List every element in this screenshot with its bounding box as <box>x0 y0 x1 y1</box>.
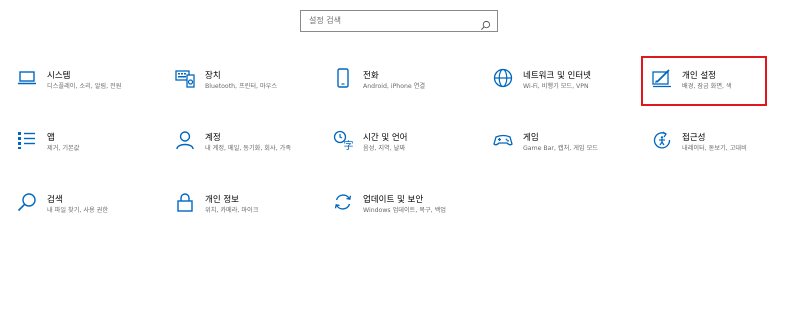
tile-apps[interactable]: 앱 제거, 기본값 <box>17 130 157 178</box>
tile-accounts[interactable]: 계정 내 계정, 메일, 동기화, 회사, 가족 <box>175 130 315 178</box>
highlight-box <box>641 56 767 106</box>
accessibility-icon <box>652 130 672 150</box>
settings-search-box[interactable]: 설정 검색 <box>300 10 498 32</box>
tile-title: 시간 및 언어 <box>363 133 408 143</box>
tile-title: 접근성 <box>682 133 706 143</box>
search-icon <box>480 16 491 30</box>
lock-icon <box>175 192 195 212</box>
tile-description: Game Bar, 캡처, 게임 모드 <box>523 145 598 152</box>
gamepad-icon <box>493 130 513 150</box>
tile-title: 장치 <box>205 71 221 81</box>
tile-system[interactable]: 시스템 디스플레이, 소리, 알림, 전원 <box>17 68 157 116</box>
tile-devices[interactable]: 장치 Bluetooth, 프린터, 마우스 <box>175 68 315 116</box>
tile-description: 제거, 기본값 <box>47 145 80 152</box>
tile-title: 시스템 <box>47 71 71 81</box>
laptop-icon <box>17 68 37 88</box>
tile-title: 검색 <box>47 195 63 205</box>
tile-gaming[interactable]: 게임 Game Bar, 캡처, 게임 모드 <box>493 130 633 178</box>
tile-description: Wi-Fi, 비행기 모드, VPN <box>523 83 589 90</box>
keyboard-device-icon <box>175 68 195 88</box>
tile-network[interactable]: 네트워크 및 인터넷 Wi-Fi, 비행기 모드, VPN <box>493 68 633 116</box>
tile-description: 음성, 지역, 날짜 <box>363 145 406 152</box>
tile-description: Bluetooth, 프린터, 마우스 <box>205 83 278 90</box>
phone-icon <box>333 68 353 88</box>
search-icon <box>17 192 37 212</box>
tile-description: 내 계정, 메일, 동기화, 회사, 가족 <box>205 145 292 152</box>
tile-privacy[interactable]: 개인 정보 위치, 카메라, 마이크 <box>175 192 315 240</box>
refresh-icon <box>333 192 353 212</box>
tile-title: 게임 <box>523 133 539 143</box>
tile-description: Windows 업데이트, 복구, 백업 <box>363 207 446 214</box>
tile-description: 디스플레이, 소리, 알림, 전원 <box>47 83 122 90</box>
tile-description: 내 파일 찾기, 사용 권한 <box>47 207 109 214</box>
person-icon <box>175 130 195 150</box>
tile-accessibility[interactable]: 접근성 내레이터, 돋보기, 고대비 <box>652 130 792 178</box>
tile-title: 전화 <box>363 71 379 81</box>
search-placeholder: 설정 검색 <box>309 16 341 25</box>
tile-description: 내레이터, 돋보기, 고대비 <box>682 145 747 152</box>
tile-phone[interactable]: 전화 Android, iPhone 연결 <box>333 68 473 116</box>
tile-description: Android, iPhone 연결 <box>363 83 426 90</box>
tile-search[interactable]: 검색 내 파일 찾기, 사용 권한 <box>17 192 157 240</box>
tile-title: 계정 <box>205 133 221 143</box>
svg-text:字: 字 <box>344 139 354 150</box>
apps-list-icon <box>17 130 37 150</box>
tile-description: 위치, 카메라, 마이크 <box>205 207 259 214</box>
tile-time-language[interactable]: 字 시간 및 언어 음성, 지역, 날짜 <box>333 130 473 178</box>
tile-title: 업데이트 및 보안 <box>363 195 424 205</box>
globe-icon <box>493 68 513 88</box>
tile-update-security[interactable]: 업데이트 및 보안 Windows 업데이트, 복구, 백업 <box>333 192 473 240</box>
tile-title: 앱 <box>47 133 55 143</box>
tile-title: 네트워크 및 인터넷 <box>523 71 591 81</box>
tile-title: 개인 정보 <box>205 195 239 205</box>
time-language-icon: 字 <box>333 130 353 150</box>
